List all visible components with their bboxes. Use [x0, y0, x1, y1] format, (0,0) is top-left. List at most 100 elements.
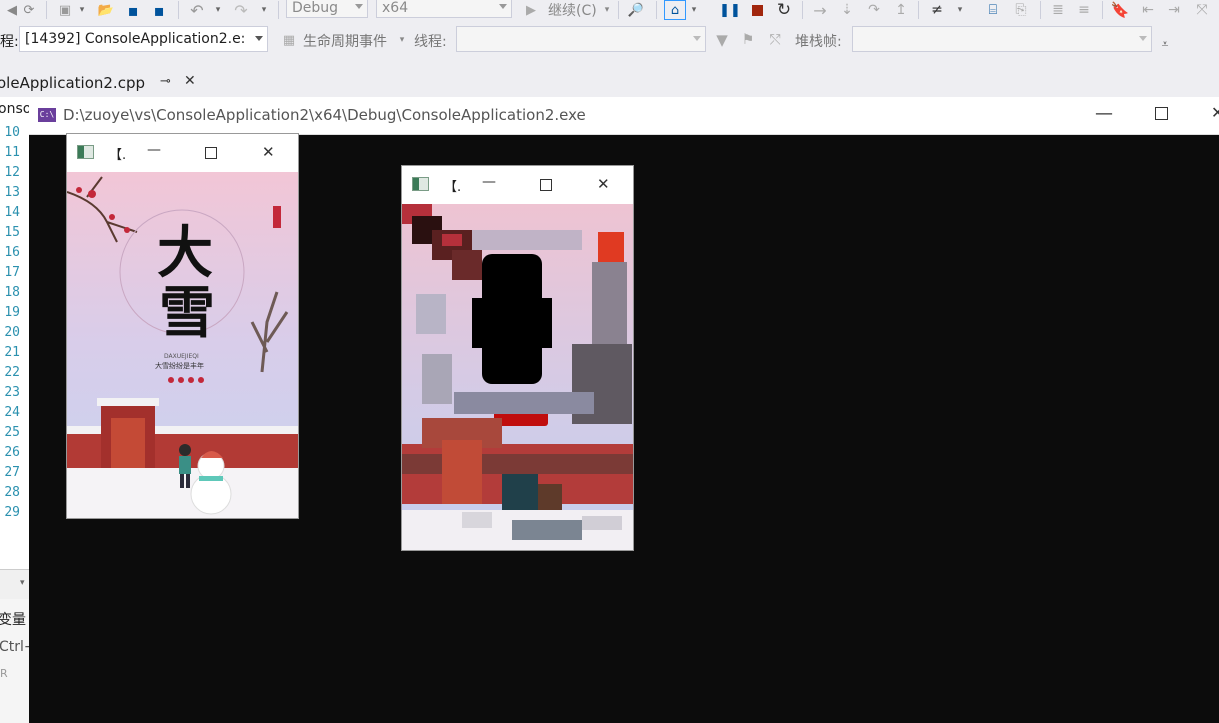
poster-char-2: 雪: [159, 280, 215, 346]
step-out-icon[interactable]: ↥: [892, 0, 910, 20]
locals-tab[interactable]: 变量: [0, 609, 26, 629]
maximize-icon[interactable]: [205, 147, 217, 159]
flag-filter-icon[interactable]: ⚑: [738, 30, 758, 50]
chevron-down-icon[interactable]: ▾: [260, 0, 268, 20]
chevron-down-icon: [499, 4, 507, 9]
bottom-panel: 变量 Ctrl+ R: [0, 599, 36, 723]
line-number: 18: [4, 285, 20, 300]
continue-button[interactable]: 继续(C): [548, 0, 597, 20]
home-icon[interactable]: ⌂: [664, 0, 686, 20]
expand-callstack-icon[interactable]: ⤲: [764, 30, 786, 50]
chevron-down-icon[interactable]: ▾: [956, 0, 964, 20]
toolbar-separator: [1102, 1, 1103, 19]
console-titlebar[interactable]: C:\ D:\zuoye\vs\ConsoleApplication2\x64\…: [29, 97, 1219, 135]
outdent-icon[interactable]: ≣: [1048, 0, 1068, 20]
image-window-title: 【.: [444, 180, 462, 195]
thread-dropdown[interactable]: [456, 26, 706, 52]
save-all-icon[interactable]: ▪: [150, 0, 168, 20]
play-icon[interactable]: ▶: [524, 0, 538, 20]
thread-label: 线程:: [414, 34, 447, 50]
nav-forward-icon[interactable]: ⟳: [20, 0, 38, 20]
toolbar-overflow-icon[interactable]: ⩡: [1158, 34, 1172, 54]
filter-icon[interactable]: ▼: [712, 30, 732, 50]
line-number: 24: [4, 405, 20, 420]
maximize-icon[interactable]: [540, 179, 552, 191]
chevron-down-icon[interactable]: ▾: [214, 0, 222, 20]
next-bookmark-icon[interactable]: ⇥: [1164, 0, 1184, 20]
debug-location-toolbar: 程: [14392] ConsoleApplication2.e: ▦ 生命周期…: [0, 24, 1219, 54]
toolbar-separator: [1040, 1, 1041, 19]
line-number: 14: [4, 205, 20, 220]
pin-icon[interactable]: ⊸: [160, 74, 171, 89]
line-number: 26: [4, 445, 20, 460]
line-number: 16: [4, 245, 20, 260]
app-icon: [77, 145, 94, 159]
minimize-icon[interactable]: —: [482, 174, 496, 190]
toolbar-separator: [802, 1, 803, 19]
indent-icon[interactable]: ≡: [1074, 0, 1094, 20]
console-title: D:\zuoye\vs\ConsoleApplication2\x64\Debu…: [63, 106, 586, 124]
close-icon[interactable]: ✕: [262, 143, 275, 161]
undo-icon[interactable]: ↶: [188, 0, 206, 20]
line-number: 23: [4, 385, 20, 400]
chevron-down-icon[interactable]: ▾: [78, 0, 86, 20]
line-number: 25: [4, 425, 20, 440]
close-icon[interactable]: ✕: [597, 175, 610, 193]
step-into-icon[interactable]: ⇣: [838, 0, 856, 20]
chevron-down-icon[interactable]: ▾: [690, 0, 698, 20]
step-over-icon[interactable]: ↷: [864, 0, 884, 20]
poster-char-1: 大: [157, 220, 213, 286]
standard-toolbar: ◀ ⟳ ▣ ▾ 📂 ▪ ▪ ↶ ▾ ↷ ▾ Debug x64 ▶ 继续(C) …: [0, 0, 1219, 22]
prev-bookmark-icon[interactable]: ⇤: [1138, 0, 1158, 20]
platform-value: x64: [382, 0, 409, 16]
stack-frame-dropdown[interactable]: [852, 26, 1152, 52]
line-number: 27: [4, 465, 20, 480]
image-window-mosaic[interactable]: 【. — ✕: [401, 165, 634, 551]
close-icon[interactable]: ✕: [1211, 103, 1219, 122]
line-number: 20: [4, 325, 20, 340]
close-tab-icon[interactable]: ✕: [184, 73, 196, 89]
bookmark-icon[interactable]: 🔖: [1110, 0, 1130, 20]
maximize-icon[interactable]: [1155, 107, 1168, 120]
stack-frame-label: 堆栈帧:: [795, 34, 842, 50]
toolbar-separator: [178, 1, 179, 19]
toolbar-separator: [46, 1, 47, 19]
save-icon[interactable]: ▪: [124, 0, 142, 20]
platform-dropdown[interactable]: x64: [376, 0, 512, 18]
hex-display-icon[interactable]: ≠: [926, 0, 948, 20]
lifecycle-events-button[interactable]: 生命周期事件: [303, 31, 387, 51]
minimize-icon[interactable]: —: [147, 142, 161, 158]
chevron-down-icon[interactable]: ▾: [20, 578, 25, 588]
comment-icon[interactable]: ⎘: [1010, 0, 1032, 20]
find-icon[interactable]: 🔎: [626, 0, 646, 20]
toolbar-separator: [278, 1, 279, 19]
chevron-down-icon: [355, 4, 363, 9]
show-next-statement-icon[interactable]: →: [810, 0, 830, 20]
restart-icon[interactable]: ↻: [774, 0, 794, 20]
line-number: 21: [4, 345, 20, 360]
threads-icon[interactable]: ⌸: [982, 0, 1004, 20]
process-dropdown[interactable]: [14392] ConsoleApplication2.e:: [19, 26, 268, 52]
configuration-value: Debug: [292, 0, 339, 16]
nav-back-icon[interactable]: ◀: [4, 0, 20, 20]
poster-pinyin: DAXUEJIEQI: [164, 353, 199, 360]
chevron-down-icon: [1139, 36, 1147, 41]
image-window-titlebar[interactable]: 【. — ✕: [67, 134, 298, 172]
new-item-icon[interactable]: ▣: [56, 0, 74, 20]
chevron-down-icon[interactable]: ▾: [603, 0, 611, 20]
console-window[interactable]: C:\ D:\zuoye\vs\ConsoleApplication2\x64\…: [29, 97, 1219, 723]
open-folder-icon[interactable]: 📂: [96, 0, 116, 20]
redo-icon[interactable]: ↷: [232, 0, 250, 20]
clear-bookmarks-icon[interactable]: ⤧: [1192, 0, 1212, 20]
toolbar-separator: [656, 1, 657, 19]
document-tab[interactable]: oleApplication2.cpp ⊸ ✕: [0, 70, 204, 96]
chevron-down-icon[interactable]: ▾: [398, 30, 406, 50]
chevron-down-icon: [693, 36, 701, 41]
minimize-icon[interactable]: —: [1095, 103, 1113, 124]
configuration-dropdown[interactable]: Debug: [286, 0, 368, 18]
pause-icon[interactable]: ❚❚: [719, 0, 741, 20]
image-window-titlebar[interactable]: 【. — ✕: [402, 166, 633, 204]
image-window-original[interactable]: 【. — ✕ 大 雪 DAXUEJIEQI 大雪纷纷是丰年: [66, 133, 299, 519]
lifecycle-icon[interactable]: ▦: [280, 30, 298, 50]
stop-icon[interactable]: [748, 0, 766, 20]
